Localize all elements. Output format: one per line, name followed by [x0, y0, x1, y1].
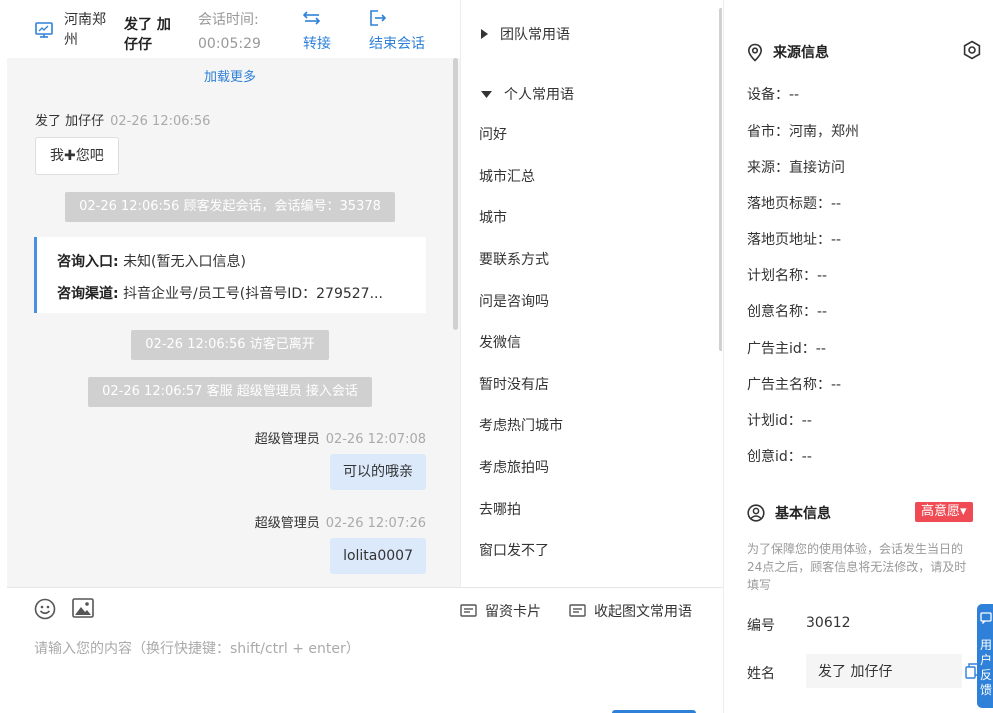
phrase-item[interactable]: 考虑热门城市 — [479, 415, 563, 435]
transfer-button[interactable]: 转接 — [301, 8, 337, 54]
location-pin-icon — [747, 43, 763, 62]
chat-scrollbar[interactable] — [453, 58, 458, 330]
phrase-item[interactable]: 暂时没有店 — [479, 374, 549, 394]
caret-down-icon — [481, 90, 492, 98]
message-meta: 发了 加仔仔 02-26 12:06:56 — [35, 110, 210, 129]
customer-name-input[interactable] — [806, 654, 962, 688]
message-meta: 超级管理员 02-26 12:07:08 — [255, 428, 426, 447]
consult-entry-value: 未知(暂无入口信息) — [123, 254, 246, 270]
phrase-item[interactable]: 城市 — [479, 207, 507, 227]
system-message-row: 02-26 12:06:56 顾客发起会话，会话编号：35378 — [7, 192, 453, 222]
load-more-link[interactable]: 加载更多 — [7, 66, 453, 85]
system-message: 02-26 12:06:56 顾客发起会话，会话编号：35378 — [65, 192, 395, 222]
message-input-area: 留资卡片 收起图文常用语 — [7, 587, 723, 713]
end-session-label: 结束会话 — [369, 36, 425, 52]
monitor-icon — [35, 22, 53, 38]
message-sender: 发了 加仔仔 — [35, 114, 105, 129]
chat-header: 河南郑州 发了 加仔仔 会话时间: 00:05:29 转接 结束会话 — [7, 0, 460, 58]
phrase-item[interactable]: 问是咨询吗 — [479, 291, 549, 311]
consult-entry-row: 咨询入口: 未知(暂无入口信息) — [57, 251, 246, 271]
customer-name-label: 姓名 — [747, 666, 775, 682]
message-time: 02-26 12:06:56 — [110, 114, 211, 129]
logout-icon — [369, 10, 387, 26]
consult-entry-label: 咨询入口: — [57, 254, 119, 270]
customer-id-label: 编号 — [747, 618, 775, 634]
intent-level-badge[interactable]: 高意愿▾ — [915, 502, 973, 522]
consult-channel-label: 咨询渠道: — [57, 286, 119, 302]
source-field-landing-url: 落地页地址：-- — [747, 232, 842, 248]
source-field-creative-name: 创意名称：-- — [747, 304, 828, 320]
system-message-row: 02-26 12:06:56 访客已离开 — [7, 330, 453, 360]
source-field-landing-title: 落地页标题：-- — [747, 196, 842, 212]
system-message-row: 02-26 12:06:57 客服 超级管理员 接入会话 — [7, 377, 453, 407]
user-circle-icon — [747, 504, 765, 522]
card-icon — [460, 604, 477, 618]
end-session-button[interactable]: 结束会话 — [367, 8, 437, 54]
feedback-label: 用户反馈 — [980, 638, 993, 697]
source-field-plan-name: 计划名称：-- — [747, 268, 828, 284]
feedback-icon — [980, 612, 992, 624]
customer-info-panel: 来源信息 设备：-- 省市：河南，郑州 来源：直接访问 落地页标题：-- 落地页… — [723, 0, 993, 713]
phrase-item[interactable]: 考虑旅拍吗 — [479, 457, 549, 477]
group-personal-label: 个人常用语 — [504, 87, 574, 103]
basic-info-title: 基本信息 — [747, 503, 831, 523]
collapse-phrases-button[interactable]: 收起图文常用语 — [569, 601, 692, 621]
session-time-value: 00:05:29 — [198, 36, 261, 52]
transfer-label: 转接 — [303, 36, 331, 52]
edit-notice: 为了保障您的使用体验，会话发生当日的24点之后，顾客信息将无法修改，请及时填写 — [747, 542, 967, 592]
image-icon[interactable] — [72, 598, 94, 618]
lead-card-button[interactable]: 留资卡片 — [460, 601, 541, 621]
consult-channel-value: 抖音企业号/员工号(抖音号ID：279527... — [123, 286, 383, 302]
message-time: 02-26 12:07:26 — [325, 516, 426, 531]
system-message: 02-26 12:06:56 访客已离开 — [131, 330, 329, 360]
message-bubble-agent: lolita0007 — [330, 538, 426, 574]
phrase-item[interactable]: 去哪拍 — [479, 499, 521, 519]
basic-info-label: 基本信息 — [775, 506, 831, 522]
chat-panel: 河南郑州 发了 加仔仔 会话时间: 00:05:29 转接 结束会话 加载更多 … — [7, 0, 460, 587]
source-field-device: 设备：-- — [747, 87, 800, 103]
phrase-item[interactable]: 发微信 — [479, 332, 521, 352]
source-info-title: 来源信息 — [747, 42, 829, 62]
source-field-advertiser-id: 广告主id：-- — [747, 341, 826, 357]
settings-icon[interactable] — [962, 40, 982, 60]
group-team-phrases[interactable]: 团队常用语 — [481, 24, 570, 44]
visitor-name: 发了 加仔仔 — [124, 17, 171, 53]
visitor-location: 河南郑州 — [64, 12, 106, 48]
phrase-item[interactable]: 问好 — [479, 124, 507, 144]
phrase-scrollbar[interactable] — [719, 8, 722, 351]
consult-channel-row: 咨询渠道: 抖音企业号/员工号(抖音号ID：279527... — [57, 283, 383, 303]
message-sender: 超级管理员 — [254, 516, 320, 531]
system-message: 02-26 12:06:57 客服 超级管理员 接入会话 — [88, 377, 372, 407]
source-field-advertiser-name: 广告主名称：-- — [747, 377, 842, 393]
phrase-item[interactable]: 城市汇总 — [479, 166, 535, 186]
phrase-item[interactable]: 要联系方式 — [479, 249, 549, 269]
message-input[interactable] — [34, 638, 694, 708]
caret-right-icon — [481, 29, 488, 39]
source-field-creative-id: 创意id：-- — [747, 449, 812, 465]
source-info-label: 来源信息 — [773, 45, 829, 61]
group-team-label: 团队常用语 — [500, 27, 570, 43]
source-field-source: 来源：直接访问 — [747, 160, 845, 176]
quick-phrase-panel: 团队常用语 个人常用语 问好 城市汇总 城市 要联系方式 问是咨询吗 发微信 暂… — [460, 0, 722, 587]
customer-id-value: 30612 — [806, 615, 851, 631]
session-time-label: 会话时间: — [198, 12, 259, 28]
feedback-tab[interactable]: 用户反馈 — [977, 604, 993, 708]
group-personal-phrases[interactable]: 个人常用语 — [481, 84, 574, 104]
transfer-icon — [303, 11, 321, 25]
message-bubble-agent: 可以的哦亲 — [330, 454, 426, 490]
message-bubble-visitor: 我✚您吧 — [35, 137, 119, 175]
collapse-phrases-label: 收起图文常用语 — [594, 604, 692, 620]
message-sender: 超级管理员 — [254, 432, 320, 447]
consult-info-card: 咨询入口: 未知(暂无入口信息) 咨询渠道: 抖音企业号/员工号(抖音号ID：2… — [34, 237, 426, 313]
source-field-province: 省市：河南，郑州 — [747, 124, 859, 140]
lead-card-label: 留资卡片 — [485, 604, 541, 620]
source-field-plan-id: 计划id：-- — [747, 413, 812, 429]
message-meta: 超级管理员 02-26 12:07:26 — [255, 512, 426, 531]
emoji-icon[interactable] — [34, 598, 56, 620]
message-time: 02-26 12:07:08 — [325, 432, 426, 447]
phrase-item[interactable]: 窗口发不了 — [479, 540, 549, 560]
message-icon — [569, 604, 586, 618]
